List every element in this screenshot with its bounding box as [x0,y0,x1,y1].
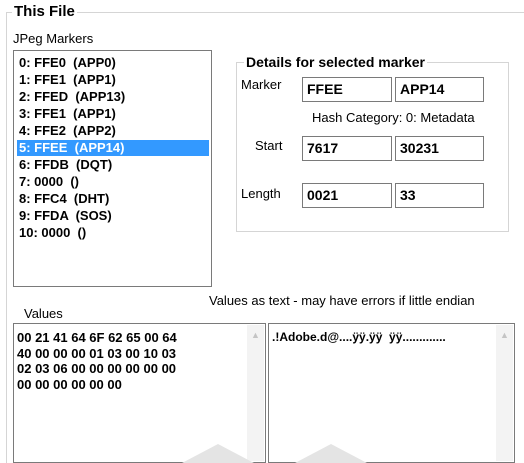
length-dec-field[interactable]: 33 [395,183,484,208]
start-dec-field[interactable]: 30231 [395,136,484,161]
list-item[interactable]: 4: FFE2 (APP2) [17,123,209,139]
list-item[interactable]: 8: FFC4 (DHT) [17,191,209,207]
length-label: Length [241,186,281,201]
start-hex-field[interactable]: 7617 [302,136,392,161]
start-label: Start [255,138,283,153]
details-frame-left [236,62,237,232]
marker-name-field[interactable]: APP14 [395,77,484,102]
hash-category-text: Hash Category: 0: Metadata [312,110,475,125]
list-item[interactable]: 0: FFE0 (APP0) [17,55,209,71]
scroll-up-icon[interactable]: ▲ [247,328,264,342]
values-hex-scrollbar[interactable]: ▲ [247,325,264,461]
list-item-selected[interactable]: 5: FFEE (APP14) [17,140,209,156]
details-frame-right [508,62,509,232]
group-title: This File [12,3,77,21]
list-item[interactable]: 2: FFED (APP13) [17,89,209,105]
markers-listbox[interactable]: 0: FFE0 (APP0) 1: FFE1 (APP1) 2: FFED (A… [13,50,212,287]
values-as-text-label: Values as text - may have errors if litt… [209,293,475,308]
list-item[interactable]: 7: 0000 () [17,174,209,190]
list-item[interactable]: 1: FFE1 (APP1) [17,72,209,88]
marker-label: Marker [241,77,282,92]
list-item[interactable]: 9: FFDA (SOS) [17,208,209,224]
length-hex-field[interactable]: 0021 [302,183,392,208]
values-text-textarea[interactable]: .!Adobe.d@....ÿÿ.ÿÿ ÿÿ............. ▲ [268,323,515,463]
list-item[interactable]: 10: 0000 () [17,225,209,241]
values-text-scrollbar[interactable]: ▲ [496,325,513,461]
details-title: Details for selected marker [244,54,427,70]
list-item[interactable]: 6: FFDB (DQT) [17,157,209,173]
values-label: Values [24,306,63,321]
group-frame-left [6,12,7,463]
group-frame-top [6,12,524,13]
list-item[interactable]: 3: FFE1 (APP1) [17,106,209,122]
scroll-up-icon[interactable]: ▲ [496,328,513,342]
values-hex-textarea[interactable]: 00 21 41 64 6F 62 65 00 64 40 00 00 00 0… [13,323,266,463]
values-text-content: .!Adobe.d@....ÿÿ.ÿÿ ÿÿ............. [272,330,446,344]
marker-hex-field[interactable]: FFEE [302,77,392,102]
markers-label: JPeg Markers [13,31,94,46]
details-frame-bottom [236,231,509,232]
values-hex-text: 00 21 41 64 6F 62 65 00 64 40 00 00 00 0… [17,330,177,392]
